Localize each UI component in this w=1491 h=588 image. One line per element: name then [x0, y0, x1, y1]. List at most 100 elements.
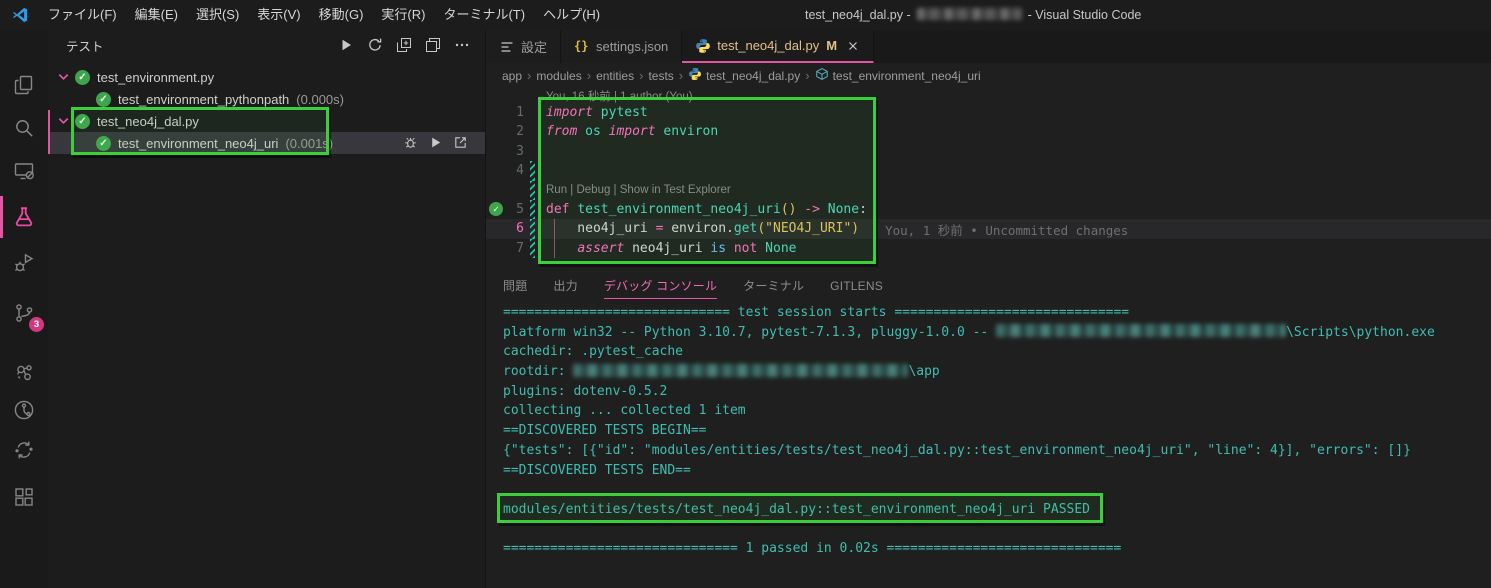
test-tree-item[interactable]: ✓ test_environment.py [48, 66, 485, 88]
run-and-debug-icon[interactable] [0, 242, 48, 284]
breadcrumb-item[interactable]: entities [596, 69, 634, 83]
code-line[interactable]: 6 neo4j_uri = environ.get("NEO4J_URI") Yo… [486, 219, 1491, 239]
run-tests-new-window-icon[interactable] [396, 37, 412, 53]
breadcrumb-item[interactable]: tests [648, 69, 673, 83]
collapse-all-icon[interactable] [425, 37, 441, 53]
console-line: plugins: dotenv-0.5.2 [503, 382, 1491, 402]
test-item-actions [403, 132, 469, 154]
breadcrumb-separator: › [639, 68, 644, 83]
refresh-tests-icon[interactable] [367, 37, 383, 53]
menu-terminal[interactable]: ターミナル(T) [434, 0, 534, 30]
close-icon[interactable] [846, 39, 860, 53]
testing-icon[interactable] [0, 196, 48, 238]
codelens-run-debug[interactable]: Run | Debug | Show in Test Explorer [546, 184, 731, 196]
gitlens-file-annotation: You, 16 秒前 | 1 author (You) [546, 90, 693, 103]
gutter: 2 [486, 122, 546, 141]
redacted-workspace-name [916, 8, 1022, 20]
test-pass-icon: ✓ [96, 91, 111, 107]
gitlens-inline-blame: You, 1 秒前 • Uncommitted changes [885, 222, 1129, 238]
panel-tab-output[interactable]: 出力 [553, 272, 577, 298]
title-bar: ファイル(F) 編集(E) 選択(S) 表示(V) 移動(G) 実行(R) ターミナル(T)… [0, 0, 1491, 30]
redacted-path [573, 363, 909, 377]
menu-help[interactable]: ヘルプ(H) [534, 0, 609, 30]
test-explorer-sidebar: テスト ✓ test_environment.py ✓ test_environmen… [48, 30, 485, 588]
code-line[interactable]: ✓ 5 def test_environment_neo4j_uri() -> No… [486, 199, 1491, 220]
graph-extension-icon[interactable] [0, 352, 48, 394]
modified-lines-indicator [530, 199, 535, 220]
chevron-down-icon[interactable] [56, 113, 72, 129]
code-token: "NEO4J_URI" [765, 221, 852, 237]
code-text: def test_environment_neo4j_uri() -> None… [546, 200, 867, 219]
line-number: 4 [516, 163, 524, 179]
console-line: ============================== 1 passed … [503, 539, 1491, 559]
panel-tab-gitlens-panel[interactable]: GITLENS [830, 274, 883, 297]
run-test-icon[interactable] [428, 135, 444, 151]
test-tree-item[interactable]: ✓ test_environment_neo4j_uri (0.001s) [48, 132, 485, 154]
test-tree-item[interactable]: ✓ test_environment_pythonpath (0.000s) [48, 88, 485, 110]
code-editor[interactable]: You, 16 秒前 | 1 author (You) 1 import pytes… [486, 88, 1491, 259]
panel-tab-problems[interactable]: 問題 [503, 272, 527, 298]
console-text: ==DISCOVERED TESTS BEGIN== [503, 423, 707, 439]
gutter [486, 180, 546, 200]
menu-edit[interactable]: 編集(E) [126, 0, 187, 30]
menu-go[interactable]: 移動(G) [310, 0, 373, 30]
tab-settings[interactable]: 設定 [486, 30, 562, 63]
code-line[interactable]: 1 import pytest [486, 103, 1491, 122]
codelens-row: Run | Debug | Show in Test Explorer [486, 180, 1491, 200]
go-to-test-icon[interactable] [453, 135, 469, 151]
code-line[interactable]: 7 assert neo4j_uri is not None [486, 238, 1491, 259]
menu-view[interactable]: 表示(V) [248, 0, 309, 30]
compare-sync-extension-icon[interactable] [0, 429, 48, 471]
indent-guide [554, 219, 555, 239]
menu-file[interactable]: ファイル(F) [39, 0, 126, 30]
remote-explorer-icon[interactable] [0, 150, 48, 192]
code-line[interactable]: 2 from os import environ [486, 122, 1491, 141]
code-token: pytest [600, 105, 648, 120]
code-line[interactable]: 3 [486, 142, 1491, 161]
code-line[interactable]: 4 [486, 161, 1491, 181]
code-token: get [733, 221, 758, 237]
breadcrumb-label: tests [648, 68, 674, 83]
console-text: modules/entities/tests/test_neo4j_dal.py… [503, 501, 1090, 517]
debug-test-icon[interactable] [403, 135, 419, 151]
extensions-layout-icon[interactable] [0, 476, 48, 518]
breadcrumb-item[interactable]: modules [536, 69, 581, 83]
settings-list-icon [499, 39, 515, 55]
chevron-down-icon[interactable] [56, 69, 72, 85]
code-token: not [733, 240, 758, 256]
tab-label: 設定 [521, 40, 548, 55]
source-control-icon[interactable]: 3 [0, 292, 48, 334]
panel-tab-debug-console[interactable]: デバッグ コンソール [603, 272, 718, 299]
gitlens-icon[interactable] [0, 389, 48, 431]
code-token: None [765, 240, 797, 256]
run-tests-icon[interactable] [338, 37, 354, 53]
panel-tab-terminal[interactable]: ターミナル [743, 272, 804, 298]
code-token: assert [577, 240, 625, 256]
breadcrumb-label: app [502, 68, 523, 83]
gutter: 7 [486, 238, 546, 259]
tab-settings-json[interactable]: {} settings.json [561, 30, 683, 63]
code-token: import [608, 124, 656, 140]
menu-selection[interactable]: 選択(S) [187, 0, 248, 30]
breadcrumb-item[interactable]: test_environment_neo4j_uri [815, 67, 981, 84]
modified-lines-indicator [530, 219, 535, 239]
test-pass-icon: ✓ [75, 69, 90, 85]
python-icon [695, 38, 711, 54]
tab-test-neo4j-dal[interactable]: test_neo4j_dal.py M [682, 30, 875, 63]
test-duration: (0.001s) [285, 135, 334, 151]
breadcrumb-item[interactable]: test_neo4j_dal.py [688, 67, 800, 84]
menu-run[interactable]: 実行(R) [372, 0, 434, 30]
test-tree-item[interactable]: ✓ test_neo4j_dal.py [48, 110, 485, 132]
explorer-icon[interactable] [0, 64, 48, 106]
console-text: collecting ... collected 1 item [503, 403, 746, 419]
tab-label: test_neo4j_dal.py [717, 38, 820, 53]
code-token: import [546, 105, 593, 120]
more-actions-icon[interactable] [454, 37, 470, 53]
code-token: environ. [663, 221, 734, 237]
console-text: plugins: dotenv-0.5.2 [503, 383, 668, 399]
search-icon[interactable] [0, 107, 48, 149]
code-text: assert neo4j_uri is not None [546, 239, 796, 258]
breadcrumb-item[interactable]: app [502, 69, 522, 83]
